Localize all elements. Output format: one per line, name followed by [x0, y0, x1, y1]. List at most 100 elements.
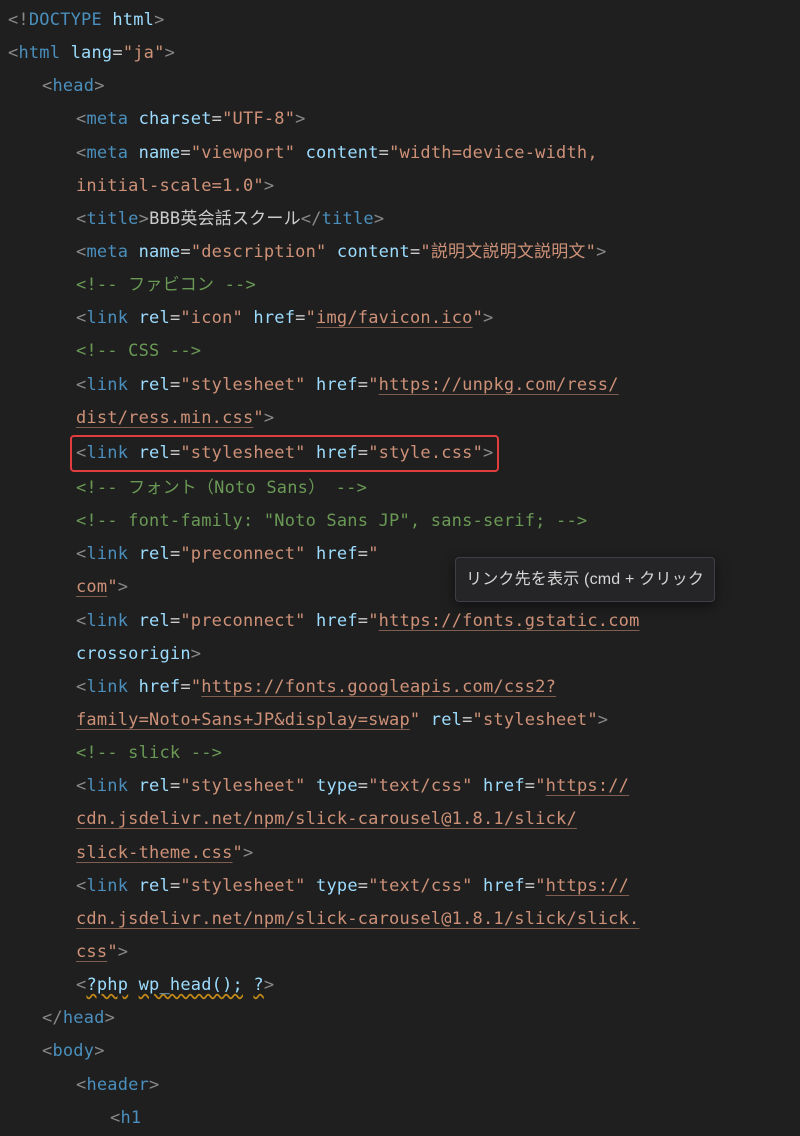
code-token	[295, 143, 305, 163]
code-token: "	[107, 577, 117, 597]
code-token: =	[358, 611, 368, 631]
code-token: "	[535, 876, 545, 896]
code-token: =	[112, 43, 122, 63]
code-token: >	[483, 443, 493, 463]
code-line[interactable]: <!DOCTYPE html>	[8, 4, 800, 37]
code-token	[128, 143, 138, 163]
code-token: "	[306, 308, 316, 328]
code-line[interactable]: <!-- フォント（Noto Sans） -->	[8, 472, 800, 505]
code-token: com	[76, 577, 107, 597]
code-token: =	[170, 375, 180, 395]
code-token	[420, 710, 430, 730]
code-token: rel	[139, 611, 170, 631]
code-token: wp_head();	[139, 975, 243, 995]
code-token	[473, 876, 483, 896]
code-line[interactable]: crossorigin>	[8, 638, 800, 671]
code-token: rel	[139, 375, 170, 395]
code-line[interactable]: <?php wp_head(); ?>	[8, 969, 800, 1002]
code-token: "stylesheet"	[180, 443, 305, 463]
code-token: charset	[139, 109, 212, 129]
code-token: lang	[71, 43, 113, 63]
code-line[interactable]: <link rel="icon" href="img/favicon.ico">	[8, 302, 800, 335]
code-token: <	[76, 143, 86, 163]
code-token	[243, 308, 253, 328]
code-line[interactable]: <title>BBB英会話スクール</title>	[8, 203, 800, 236]
code-line[interactable]: <!-- slick -->	[8, 737, 800, 770]
code-token: >	[105, 1008, 115, 1028]
code-line[interactable]: <html lang="ja">	[8, 37, 800, 70]
code-token: content	[306, 143, 379, 163]
code-token	[128, 109, 138, 129]
code-token: href	[253, 308, 295, 328]
code-line[interactable]: <meta charset="UTF-8">	[8, 103, 800, 136]
code-token: <!-- slick -->	[76, 743, 222, 763]
code-token: title	[86, 209, 138, 229]
code-line[interactable]: <link rel="stylesheet" type="text/css" h…	[8, 870, 800, 903]
code-line[interactable]: dist/ress.min.css">	[8, 402, 800, 435]
code-token: href	[316, 611, 358, 631]
code-token	[243, 975, 253, 995]
code-line[interactable]: <body>	[8, 1035, 800, 1068]
code-token: href	[483, 776, 525, 796]
code-token: dist/ress.min.css	[76, 408, 253, 428]
code-token: =	[410, 242, 420, 262]
code-token: type	[316, 876, 358, 896]
code-line[interactable]: <!-- font-family: "Noto Sans JP", sans-s…	[8, 505, 800, 538]
code-token: meta	[86, 109, 128, 129]
code-token: "stylesheet"	[473, 710, 598, 730]
code-token: "	[368, 544, 378, 564]
code-token: "	[107, 942, 117, 962]
code-token: link	[86, 776, 128, 796]
code-token: =	[180, 143, 190, 163]
code-line[interactable]: <!-- CSS -->	[8, 335, 800, 368]
code-token: rel	[139, 443, 170, 463]
code-token: link	[86, 544, 128, 564]
code-line[interactable]: cdn.jsdelivr.net/npm/slick-carousel@1.8.…	[8, 903, 800, 936]
code-token	[128, 544, 138, 564]
code-token: <!-- font-family: "Noto Sans JP", sans-s…	[76, 511, 587, 531]
code-line[interactable]: <!-- ファビコン -->	[8, 269, 800, 302]
code-token: =	[358, 375, 368, 395]
code-token: "	[368, 611, 378, 631]
code-line[interactable]: <link rel="stylesheet" type="text/css" h…	[8, 770, 800, 803]
code-token: rel	[431, 710, 462, 730]
code-token: <!-- CSS -->	[76, 341, 201, 361]
code-line[interactable]: <header>	[8, 1069, 800, 1102]
code-line[interactable]: family=Noto+Sans+JP&display=swap" rel="s…	[8, 704, 800, 737]
code-token: <	[76, 308, 86, 328]
code-token: header	[86, 1075, 149, 1095]
code-token: name	[139, 242, 181, 262]
code-line[interactable]: slick-theme.css">	[8, 837, 800, 870]
code-token: >	[139, 209, 149, 229]
code-token: >	[165, 43, 175, 63]
code-line[interactable]: cdn.jsdelivr.net/npm/slick-carousel@1.8.…	[8, 803, 800, 836]
code-token	[306, 776, 316, 796]
code-token: family=Noto+Sans+JP&display=swap	[76, 710, 410, 730]
code-line[interactable]: </head>	[8, 1002, 800, 1035]
code-line[interactable]: <link href="https://fonts.googleapis.com…	[8, 671, 800, 704]
code-line[interactable]: <link rel="stylesheet" href="https://unp…	[8, 369, 800, 402]
code-token: <	[76, 375, 86, 395]
code-token: initial-scale=1.0"	[76, 176, 264, 196]
code-line[interactable]: <meta name="description" content="説明文説明文…	[8, 236, 800, 269]
code-line[interactable]: initial-scale=1.0">	[8, 170, 800, 203]
code-line[interactable]: <link rel="preconnect" href="https://fon…	[8, 605, 800, 638]
code-line[interactable]: <h1	[8, 1102, 800, 1135]
code-token: >	[154, 10, 164, 30]
code-token: >	[264, 408, 274, 428]
code-token: link	[86, 876, 128, 896]
code-line[interactable]: <head>	[8, 70, 800, 103]
code-token: >	[264, 975, 274, 995]
code-token: <	[76, 1075, 86, 1095]
code-token	[306, 876, 316, 896]
code-token: href	[316, 544, 358, 564]
code-token: <	[76, 109, 86, 129]
code-line[interactable]: <link rel="stylesheet" href="style.css">	[8, 435, 800, 472]
code-token: "icon"	[180, 308, 243, 328]
code-token: slick-theme.css	[76, 843, 233, 863]
code-token: "stylesheet"	[180, 776, 305, 796]
code-token	[128, 375, 138, 395]
code-line[interactable]: css">	[8, 936, 800, 969]
code-line[interactable]: <meta name="viewport" content="width=dev…	[8, 137, 800, 170]
code-token: >	[264, 176, 274, 196]
